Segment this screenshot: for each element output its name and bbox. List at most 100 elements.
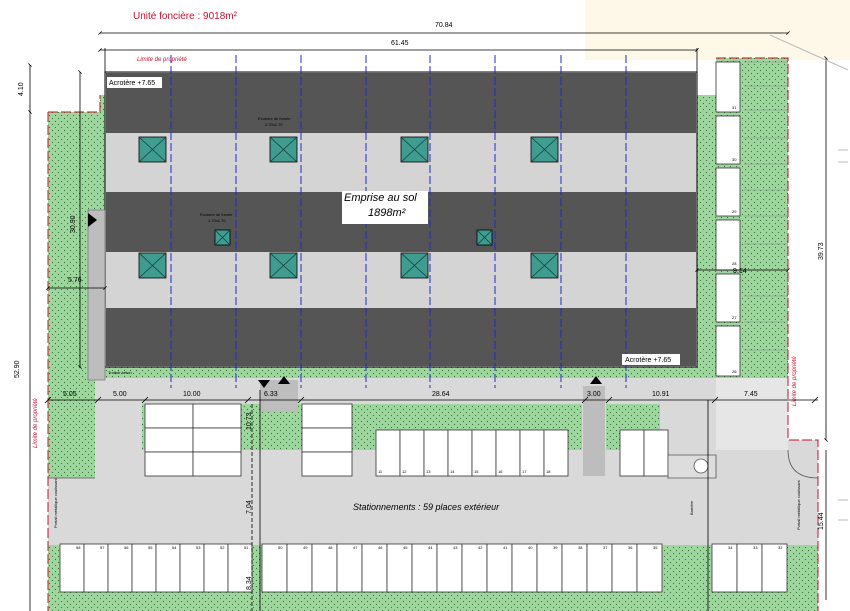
stall-number: 14 [450,469,455,474]
parking-stall [107,543,133,593]
stall-number: 16 [498,469,503,474]
parking-stall [386,543,413,593]
stall-number: 35 [653,545,658,550]
stall-number: 33 [753,545,758,550]
site-plan: Unité foncière : 9018m² Emprise au sol 1… [0,0,850,611]
stall-number: 39 [553,545,558,550]
footprint-area: 1898m² [368,207,406,219]
stall-number: 18 [546,469,551,474]
stall-number: 49 [303,545,308,550]
stall-number: 26 [732,369,737,374]
parking-stall [586,543,613,593]
stall-number: 56 [124,545,129,550]
site-area-title: Unité foncière : 9018m² [133,11,237,22]
stall-number: 46 [378,545,383,550]
parking-stall [711,543,738,593]
dim-aisle-top: 10.73 [246,412,253,430]
parking-stall [511,543,538,593]
property-limit-label-right: Limite de propriété [792,356,798,406]
stall-number: 48 [328,545,333,550]
stall-number: 11 [378,469,383,474]
dim-building-width: 61.45 [391,40,409,47]
property-limit-label-left: Limite de propriété [33,398,39,448]
barrier-label: Barrière [689,500,694,515]
stall-number: 43 [453,545,458,550]
stall-number: 30 [732,157,737,162]
parking-count-label: Stationnements : 59 places extérieur [353,502,500,512]
stall-number: 17 [522,469,527,474]
parking-stall [179,543,205,593]
stall-number: 54 [172,545,177,550]
dim-row-3: 10.00 [183,391,201,398]
dim-left-offset: 5.76 [68,277,82,284]
dim-right-depth: 39.73 [818,242,825,260]
parking-stall [336,543,363,593]
parking-stall [131,543,157,593]
parking-stall [486,543,513,593]
dim-aisle-bottom: 7.04 [246,500,253,514]
parking-stall [736,543,763,593]
smoke-vent-large-title: Exutoire de fumée [258,116,291,121]
parking-stall [83,543,109,593]
parking-stall [636,543,663,593]
sidewalk-label: Trottoir béton [108,370,132,375]
dim-left-total: 52.90 [14,360,21,378]
stall-number: 57 [100,545,105,550]
dim-bottom-right: 15.44 [818,512,825,530]
stall-number: 58 [76,545,81,550]
dim-bottom-aisle: 8.34 [246,576,253,590]
left-stalls [144,403,242,477]
property-limit-label-top: Limite de propriété [137,57,187,63]
parking-stall [436,543,463,593]
dim-building-depth: 30.90 [70,215,77,233]
parking-stall [261,543,288,593]
dim-row-5: 28.64 [432,391,450,398]
stall-number: 12 [402,469,407,474]
dim-row-6: 3.00 [587,391,601,398]
parking-stall [561,543,588,593]
stall-number: 55 [148,545,153,550]
stall-number: 51 [244,545,249,550]
dim-row-7: 10.91 [652,391,670,398]
parking-stall [611,543,638,593]
stall-number: 15 [474,469,479,474]
gate-label-left: Portail métallique coulissant [53,478,58,528]
dim-row-4: 6.33 [264,391,278,398]
parking-stall [155,543,181,593]
stall-number: 47 [353,545,358,550]
parking-stall [59,543,85,593]
stall-number: 45 [403,545,408,550]
stall-number: 42 [478,545,483,550]
stall-number: 38 [578,545,583,550]
dim-total-width: 70.84 [435,22,453,29]
stall-number: 37 [603,545,608,550]
gate-label-right: Portail métallique coulissant [796,480,801,530]
dim-row-1: 5.05 [63,391,77,398]
dim-row-2: 5.00 [113,391,127,398]
parking-stall [536,543,563,593]
stall-number: 29 [732,209,737,214]
dim-right-offset: 9.14 [733,268,747,275]
stall-number: 36 [628,545,633,550]
smoke-vent-small-size: 1.70x1.70 [208,218,226,223]
parking-stall [411,543,438,593]
stall-number: 40 [528,545,533,550]
footprint-label: Emprise au sol [344,192,417,204]
parking-stall [761,543,788,593]
site-plan-drawing [28,0,850,611]
acrotere-label-bottom: Acrotère +7.65 [625,357,672,364]
smoke-vent-small-title: Exutoire de fumée [200,212,233,217]
stall-number: 13 [426,469,431,474]
stall-number: 50 [278,545,283,550]
stall-number: 52 [220,545,225,550]
stall-number: 34 [728,545,733,550]
dim-row-8: 7.45 [744,391,758,398]
stall-number: 32 [778,545,783,550]
stall-number: 28 [732,261,737,266]
parking-stall [461,543,488,593]
parking-stall [361,543,388,593]
stall-number: 31 [732,105,737,110]
stall-number: 41 [503,545,508,550]
stall-number: 44 [428,545,433,550]
parking-stall [203,543,229,593]
